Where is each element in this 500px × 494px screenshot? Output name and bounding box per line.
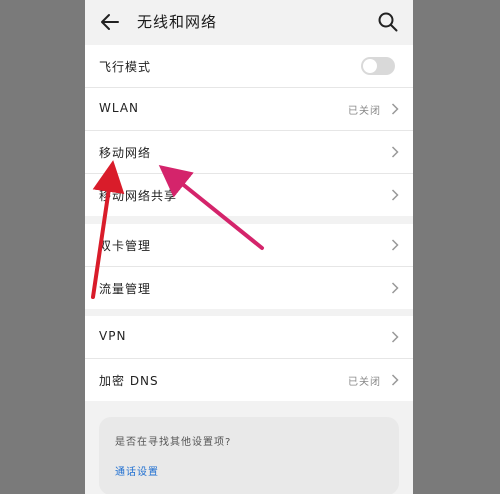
chevron-right-icon (391, 146, 399, 158)
airplane-mode-label: 飞行模式 (99, 60, 152, 74)
mobile-hotspot-row[interactable]: 移动网络共享 (85, 174, 413, 216)
wlan-status: 已关闭 (348, 106, 381, 117)
toggle-knob (363, 59, 377, 73)
suggestion-card: 是否在寻找其他设置项? 通话设置 (99, 417, 399, 494)
back-arrow-icon[interactable] (99, 11, 121, 33)
data-usage-row[interactable]: 流量管理 (85, 267, 413, 309)
chevron-right-icon (391, 103, 399, 115)
mobile-hotspot-label: 移动网络共享 (99, 189, 178, 203)
settings-group-privacy: VPN 加密 DNS 已关闭 (85, 316, 413, 401)
private-dns-row[interactable]: 加密 DNS 已关闭 (85, 359, 413, 401)
phone-screen: 无线和网络 飞行模式 WLAN 已关闭 移动网络 移动网络共享 双卡管理 流量管… (85, 0, 413, 494)
airplane-mode-toggle[interactable] (361, 57, 395, 75)
settings-group-sim: 双卡管理 流量管理 (85, 224, 413, 309)
wlan-label: WLAN (99, 101, 140, 115)
suggestion-question: 是否在寻找其他设置项? (115, 437, 232, 448)
airplane-mode-row[interactable]: 飞行模式 (85, 45, 413, 88)
mobile-network-label: 移动网络 (99, 146, 152, 160)
wlan-row[interactable]: WLAN 已关闭 (85, 88, 413, 131)
private-dns-status: 已关闭 (348, 377, 381, 388)
chevron-right-icon (391, 239, 399, 251)
chevron-right-icon (391, 331, 399, 343)
vpn-label: VPN (99, 329, 127, 343)
chevron-right-icon (391, 189, 399, 201)
vpn-row[interactable]: VPN (85, 316, 413, 359)
call-settings-link[interactable]: 通话设置 (115, 463, 159, 478)
search-icon[interactable] (377, 11, 399, 33)
data-usage-label: 流量管理 (99, 282, 152, 296)
chevron-right-icon (391, 374, 399, 386)
chevron-right-icon (391, 282, 399, 294)
settings-group-network: 飞行模式 WLAN 已关闭 移动网络 移动网络共享 (85, 45, 413, 216)
mobile-network-row[interactable]: 移动网络 (85, 131, 413, 174)
page-title: 无线和网络 (137, 13, 218, 31)
private-dns-label: 加密 DNS (99, 374, 159, 388)
dual-sim-row[interactable]: 双卡管理 (85, 224, 413, 267)
dual-sim-label: 双卡管理 (99, 239, 152, 253)
top-bar: 无线和网络 (85, 0, 413, 44)
